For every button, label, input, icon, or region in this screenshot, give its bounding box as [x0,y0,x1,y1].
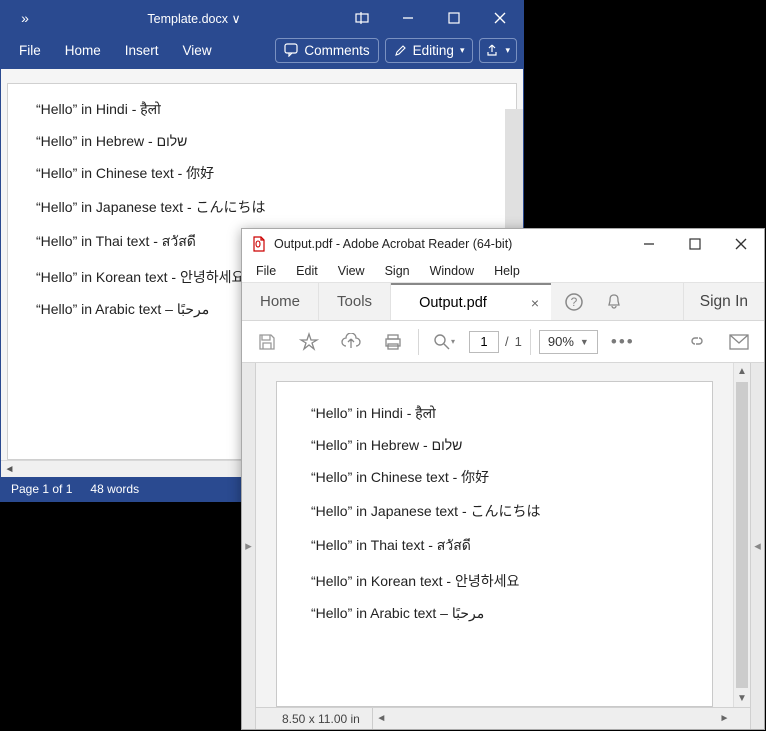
tab-view[interactable]: View [171,37,224,64]
menu-sign[interactable]: Sign [375,261,420,281]
close-icon[interactable] [718,229,764,259]
zoom-value: 90% [548,334,574,349]
save-icon[interactable] [250,325,284,359]
acrobat-statusbar: 8.50 x 11.00 in ◄ ► [256,707,750,729]
bell-icon[interactable] [597,283,631,320]
tab-file[interactable]: File [7,37,53,64]
word-titlebar: » Template.docx ∨ [1,1,523,35]
scroll-left-icon[interactable]: ◄ [373,713,390,724]
page-dimensions: 8.50 x 11.00 in [270,708,373,729]
tab-insert[interactable]: Insert [113,37,171,64]
pdf-line[interactable]: “Hello” in Hindi - हैलो [311,404,678,423]
scroll-thumb[interactable] [736,382,748,688]
pdf-line[interactable]: “Hello” in Chinese text - 你好 [311,467,678,487]
scroll-right-icon[interactable]: ► [716,713,733,724]
pdf-line[interactable]: “Hello” in Japanese text - こんにちは [311,501,678,521]
tab-home[interactable]: Home [53,37,113,64]
acrobat-menubar: File Edit View Sign Window Help [242,259,764,283]
share-button[interactable]: ▾ [479,38,517,63]
print-icon[interactable] [376,325,410,359]
zoom-level-dropdown[interactable]: 90% ▼ [539,330,598,354]
cloud-upload-icon[interactable] [334,325,368,359]
pdf-page[interactable]: “Hello” in Hindi - हैलो “Hello” in Hebre… [276,381,713,707]
email-icon[interactable] [722,325,756,359]
doc-line[interactable]: “Hello” in Hindi - हैलो [36,100,488,119]
page-indicator[interactable]: Page 1 of 1 [11,482,72,496]
help-icon[interactable]: ? [557,283,591,320]
pdf-line[interactable]: “Hello” in Thai text - สวัสดี [311,535,678,557]
pdf-line[interactable]: “Hello” in Korean text - 안녕하세요 [311,571,678,591]
sign-in-button[interactable]: Sign In [683,283,764,320]
pdf-viewer: “Hello” in Hindi - हैलो “Hello” in Hebre… [256,363,750,729]
star-icon[interactable] [292,325,326,359]
vertical-scrollbar[interactable]: ▲ ▼ [733,363,750,707]
toolbar-separator [418,329,419,355]
maximize-icon[interactable] [672,229,718,259]
total-pages: 1 [515,334,522,349]
minimize-icon[interactable] [626,229,672,259]
pencil-icon [394,44,407,57]
page-navigator: / 1 [469,331,522,353]
scroll-left-icon[interactable]: ◄ [1,461,18,478]
acrobat-body: ▸ “Hello” in Hindi - हैलो “Hello” in Heb… [242,363,764,729]
menu-window[interactable]: Window [420,261,484,281]
pdf-line[interactable]: “Hello” in Arabic text – مرحبًا [311,605,678,622]
acrobat-tabbar: Home Tools Output.pdf × ? Sign In [242,283,764,321]
maximize-icon[interactable] [431,1,477,35]
minimize-icon[interactable] [385,1,431,35]
page-viewport[interactable]: “Hello” in Hindi - हैलो “Hello” in Hebre… [256,363,733,707]
toolbar-separator [530,329,531,355]
acrobat-window: Output.pdf - Adobe Acrobat Reader (64-bi… [241,228,765,730]
right-panel-toggle[interactable]: ◂ [750,363,764,729]
menu-view[interactable]: View [328,261,375,281]
pdf-line[interactable]: “Hello” in Hebrew - שלום [311,437,678,453]
chevron-down-icon: ▾ [505,45,510,56]
hscroll-track[interactable] [390,708,716,729]
chevron-down-icon: ▾ [460,45,465,56]
zoom-icon[interactable]: ▾ [427,325,461,359]
document-tab-label: Output.pdf [403,295,503,311]
tab-home[interactable]: Home [242,283,319,320]
comments-label: Comments [304,43,369,58]
menu-file[interactable]: File [246,261,286,281]
close-tab-icon[interactable]: × [531,295,539,311]
ribbon-display-icon[interactable] [339,1,385,35]
doc-line[interactable]: “Hello” in Hebrew - שלום [36,133,488,149]
doc-line[interactable]: “Hello” in Japanese text - こんにちは [36,197,488,217]
document-tab[interactable]: Output.pdf × [391,283,551,320]
close-icon[interactable] [477,1,523,35]
quick-access-chevron-icon[interactable]: » [1,1,49,35]
acrobat-titlebar: Output.pdf - Adobe Acrobat Reader (64-bi… [242,229,764,259]
left-panel-toggle[interactable]: ▸ [242,363,256,729]
editing-mode-button[interactable]: Editing ▾ [385,38,474,63]
comments-button[interactable]: Comments [275,38,378,63]
word-ribbon: File Home Insert View Comments Editing ▾… [1,35,523,69]
chevron-down-icon: ▼ [580,337,589,347]
share-icon [486,44,499,57]
tab-tools[interactable]: Tools [319,283,391,320]
editing-label: Editing [413,43,454,58]
pdf-icon [250,235,268,253]
page-separator: / [505,334,509,349]
acrobat-title: Output.pdf - Adobe Acrobat Reader (64-bi… [274,237,512,251]
word-count[interactable]: 48 words [90,482,139,496]
comment-icon [284,43,298,57]
menu-edit[interactable]: Edit [286,261,328,281]
share-link-icon[interactable] [680,325,714,359]
acrobat-toolbar: ▾ / 1 90% ▼ ••• [242,321,764,363]
more-icon[interactable]: ••• [606,325,640,359]
scroll-down-icon[interactable]: ▼ [734,690,750,707]
doc-line[interactable]: “Hello” in Chinese text - 你好 [36,163,488,183]
current-page-input[interactable] [469,331,499,353]
menu-help[interactable]: Help [484,261,530,281]
scroll-up-icon[interactable]: ▲ [734,363,750,380]
svg-text:?: ? [571,295,578,309]
document-title[interactable]: Template.docx ∨ [49,11,339,26]
